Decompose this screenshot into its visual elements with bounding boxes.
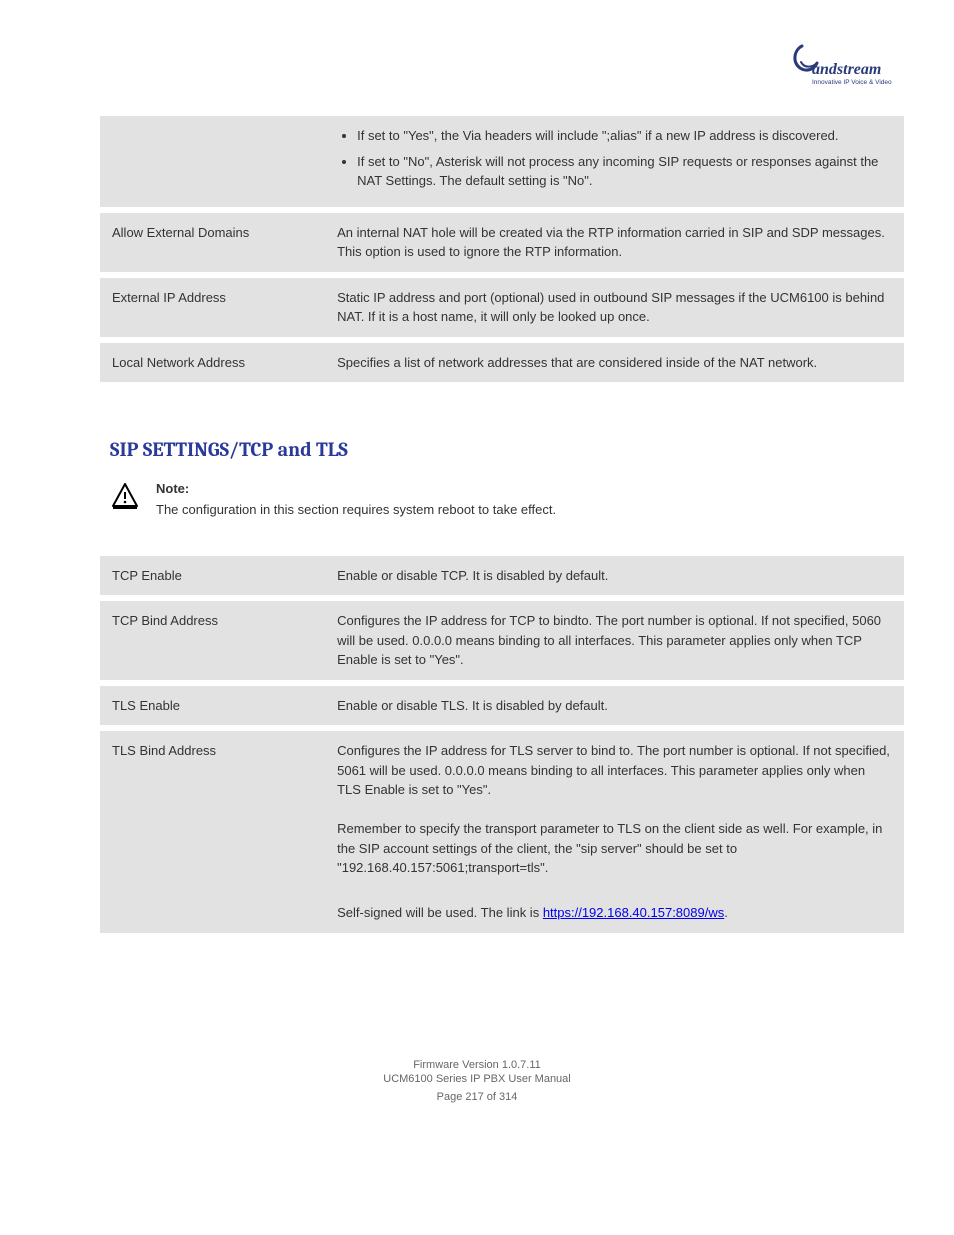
table-row: External IP Address Static IP address an… <box>100 278 904 337</box>
setting-description: Configures the IP address for TLS server… <box>325 731 904 933</box>
setting-description: Enable or disable TCP. It is disabled by… <box>325 556 904 596</box>
setting-label <box>100 116 325 207</box>
tls-bind-link[interactable]: https://192.168.40.157:8089/ws <box>543 905 724 920</box>
settings-table-nat: If set to "Yes", the Via headers will in… <box>100 110 904 388</box>
setting-label: Allow External Domains <box>100 213 325 272</box>
note-block: Note: The configuration in this section … <box>110 481 904 520</box>
svg-text:andstream: andstream <box>812 61 881 78</box>
page-header: andstream Innovative IP Voice & Video <box>50 40 904 90</box>
note-title: Note: <box>156 481 904 496</box>
setting-description: Static IP address and port (optional) us… <box>325 278 904 337</box>
table-row: Allow External Domains An internal NAT h… <box>100 213 904 272</box>
brand-logo: andstream Innovative IP Voice & Video <box>784 40 904 90</box>
table-row: If set to "Yes", the Via headers will in… <box>100 116 904 207</box>
setting-description-paragraph: Configures the IP address for TLS server… <box>337 741 892 800</box>
setting-label: External IP Address <box>100 278 325 337</box>
section-heading-sip-tcp-tls: SIP SETTINGS/TCP and TLS <box>110 438 904 461</box>
setting-description: An internal NAT hole will be created via… <box>325 213 904 272</box>
setting-label: TLS Enable <box>100 686 325 726</box>
note-content: Note: The configuration in this section … <box>156 481 904 520</box>
setting-description-paragraph: Self-signed will be used. The link is ht… <box>337 903 892 923</box>
table-row: TCP Enable Enable or disable TCP. It is … <box>100 556 904 596</box>
setting-description-paragraph: Remember to specify the transport parame… <box>337 819 892 878</box>
setting-label: TCP Bind Address <box>100 601 325 680</box>
setting-label: TCP Enable <box>100 556 325 596</box>
footer-firmware-version: Firmware Version 1.0.7.11 <box>50 1059 904 1071</box>
list-item: If set to "No", Asterisk will not proces… <box>357 152 892 191</box>
setting-description: Specifies a list of network addresses th… <box>325 343 904 383</box>
grandstream-logo-icon: andstream Innovative IP Voice & Video <box>784 40 904 90</box>
setting-description: If set to "Yes", the Via headers will in… <box>325 116 904 207</box>
self-signed-suffix: . <box>724 905 728 920</box>
setting-label: Local Network Address <box>100 343 325 383</box>
table-row: TCP Bind Address Configures the IP addre… <box>100 601 904 680</box>
warning-icon <box>110 481 140 511</box>
table-row: TLS Bind Address Configures the IP addre… <box>100 731 904 933</box>
setting-description: Configures the IP address for TCP to bin… <box>325 601 904 680</box>
svg-text:Innovative IP Voice & Video: Innovative IP Voice & Video <box>812 79 892 86</box>
table-row: Local Network Address Specifies a list o… <box>100 343 904 383</box>
list-item: If set to "Yes", the Via headers will in… <box>357 126 892 146</box>
self-signed-prefix: Self-signed will be used. The link is <box>337 905 543 920</box>
footer-manual-title: UCM6100 Series IP PBX User Manual <box>50 1073 904 1085</box>
footer-page-number: Page 217 of 314 <box>50 1091 904 1103</box>
page-footer: Firmware Version 1.0.7.11 UCM6100 Series… <box>50 1059 904 1103</box>
setting-description: Enable or disable TLS. It is disabled by… <box>325 686 904 726</box>
table-row: TLS Enable Enable or disable TLS. It is … <box>100 686 904 726</box>
note-text: The configuration in this section requir… <box>156 500 904 520</box>
setting-label: TLS Bind Address <box>100 731 325 933</box>
settings-table-tcp-tls: TCP Enable Enable or disable TCP. It is … <box>100 550 904 939</box>
